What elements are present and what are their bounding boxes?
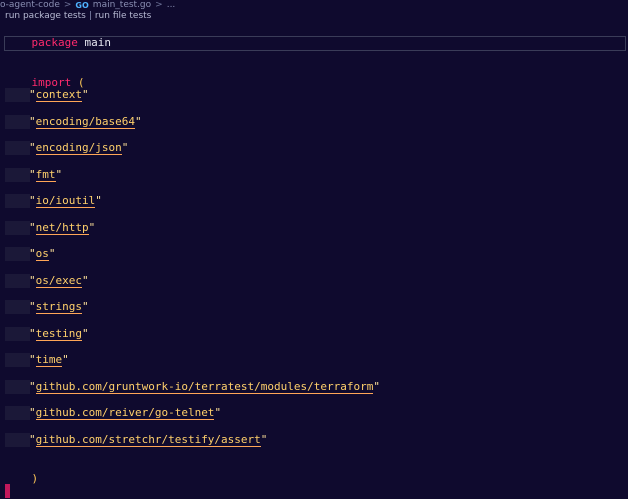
quote: "	[81, 300, 89, 313]
indent-guide	[5, 115, 30, 129]
quote: "	[29, 221, 36, 234]
indent-guide	[5, 194, 30, 208]
quote: "	[29, 247, 36, 260]
quote: "	[214, 406, 222, 419]
indent-guide	[5, 406, 30, 420]
import-line[interactable]: "io/ioutil"	[29, 194, 102, 208]
import-path[interactable]: os	[35, 247, 49, 261]
indent-guide	[5, 247, 30, 261]
import-line[interactable]: "time"	[29, 353, 69, 367]
breadcrumb-separator: >	[63, 0, 72, 10]
import-path[interactable]: strings	[35, 300, 82, 314]
indent-guide	[5, 327, 30, 341]
quote: "	[81, 327, 89, 340]
current-line-highlight	[4, 36, 626, 51]
quote: "	[81, 88, 89, 101]
indent-guide	[5, 274, 30, 288]
import-path[interactable]: github.com/stretchr/testify/assert	[35, 433, 261, 447]
go-file-icon: GO	[75, 0, 89, 10]
indent-guide	[5, 380, 30, 394]
import-path[interactable]: github.com/gruntwork-io/terratest/module…	[35, 380, 374, 394]
import-line[interactable]: "strings"	[29, 300, 89, 314]
indent-guide	[5, 88, 30, 102]
import-path[interactable]: os/exec	[35, 274, 82, 288]
quote: "	[134, 115, 142, 128]
import-close-paren: )	[31, 472, 39, 485]
quote: "	[29, 141, 36, 154]
indent-guide	[5, 141, 30, 155]
breadcrumb-more[interactable]: ...	[167, 0, 176, 10]
quote: "	[29, 353, 36, 366]
import-path[interactable]: context	[35, 88, 82, 102]
quote: "	[373, 380, 381, 393]
quote: "	[88, 221, 96, 234]
import-line[interactable]: "github.com/gruntwork-io/terratest/modul…	[29, 380, 380, 394]
quote: "	[29, 433, 36, 446]
import-line[interactable]: "testing"	[29, 327, 89, 341]
indent-guide	[5, 300, 30, 314]
indent-guide	[5, 433, 30, 447]
import-line[interactable]: "os"	[29, 247, 56, 261]
breadcrumb-folder[interactable]: o-agent-code	[0, 0, 60, 10]
code-line-package[interactable]: package main	[5, 22, 111, 49]
quote: "	[29, 274, 36, 287]
breadcrumb-file[interactable]: main_test.go	[93, 0, 151, 10]
import-path[interactable]: io/ioutil	[35, 194, 96, 208]
import-path[interactable]: encoding/json	[35, 141, 122, 155]
import-line[interactable]: "context"	[29, 88, 89, 102]
indent-guide	[5, 353, 30, 367]
import-line[interactable]: "os/exec"	[29, 274, 89, 288]
import-line[interactable]: "fmt"	[29, 168, 62, 182]
import-line[interactable]: "github.com/reiver/go-telnet"	[29, 406, 221, 420]
quote: "	[29, 327, 36, 340]
indent-guide	[5, 221, 30, 235]
import-path[interactable]: fmt	[35, 168, 56, 182]
breadcrumb-separator: >	[155, 0, 163, 10]
import-path[interactable]: encoding/base64	[35, 115, 135, 129]
quote: "	[260, 433, 268, 446]
code-line-import[interactable]: import (	[5, 62, 85, 89]
code-editor[interactable]: o-agent-code > GO main_test.go > ... run…	[0, 0, 628, 499]
import-path[interactable]: net/http	[35, 221, 89, 235]
import-line[interactable]: "encoding/json"	[29, 141, 128, 155]
import-path[interactable]: github.com/reiver/go-telnet	[35, 406, 215, 420]
quote: "	[29, 88, 36, 101]
quote: "	[81, 274, 89, 287]
quote: "	[55, 168, 63, 181]
import-path[interactable]: testing	[35, 327, 82, 341]
text-cursor	[5, 484, 10, 498]
import-line[interactable]: "encoding/base64"	[29, 115, 142, 129]
quote: "	[29, 380, 36, 393]
import-path[interactable]: time	[35, 353, 63, 367]
import-line[interactable]: "net/http"	[29, 221, 95, 235]
quote: "	[48, 247, 56, 260]
quote: "	[29, 194, 36, 207]
code-line-close-paren[interactable]: )	[5, 458, 39, 485]
import-line[interactable]: "github.com/stretchr/testify/assert"	[29, 433, 267, 447]
indent-guide	[5, 168, 30, 182]
quote: "	[29, 300, 36, 313]
quote: "	[95, 194, 102, 207]
quote: "	[62, 353, 69, 366]
quote: "	[121, 141, 129, 154]
quote: "	[29, 406, 36, 419]
quote: "	[29, 168, 36, 181]
quote: "	[29, 115, 36, 128]
breadcrumb: o-agent-code > GO main_test.go > ...	[0, 0, 175, 10]
